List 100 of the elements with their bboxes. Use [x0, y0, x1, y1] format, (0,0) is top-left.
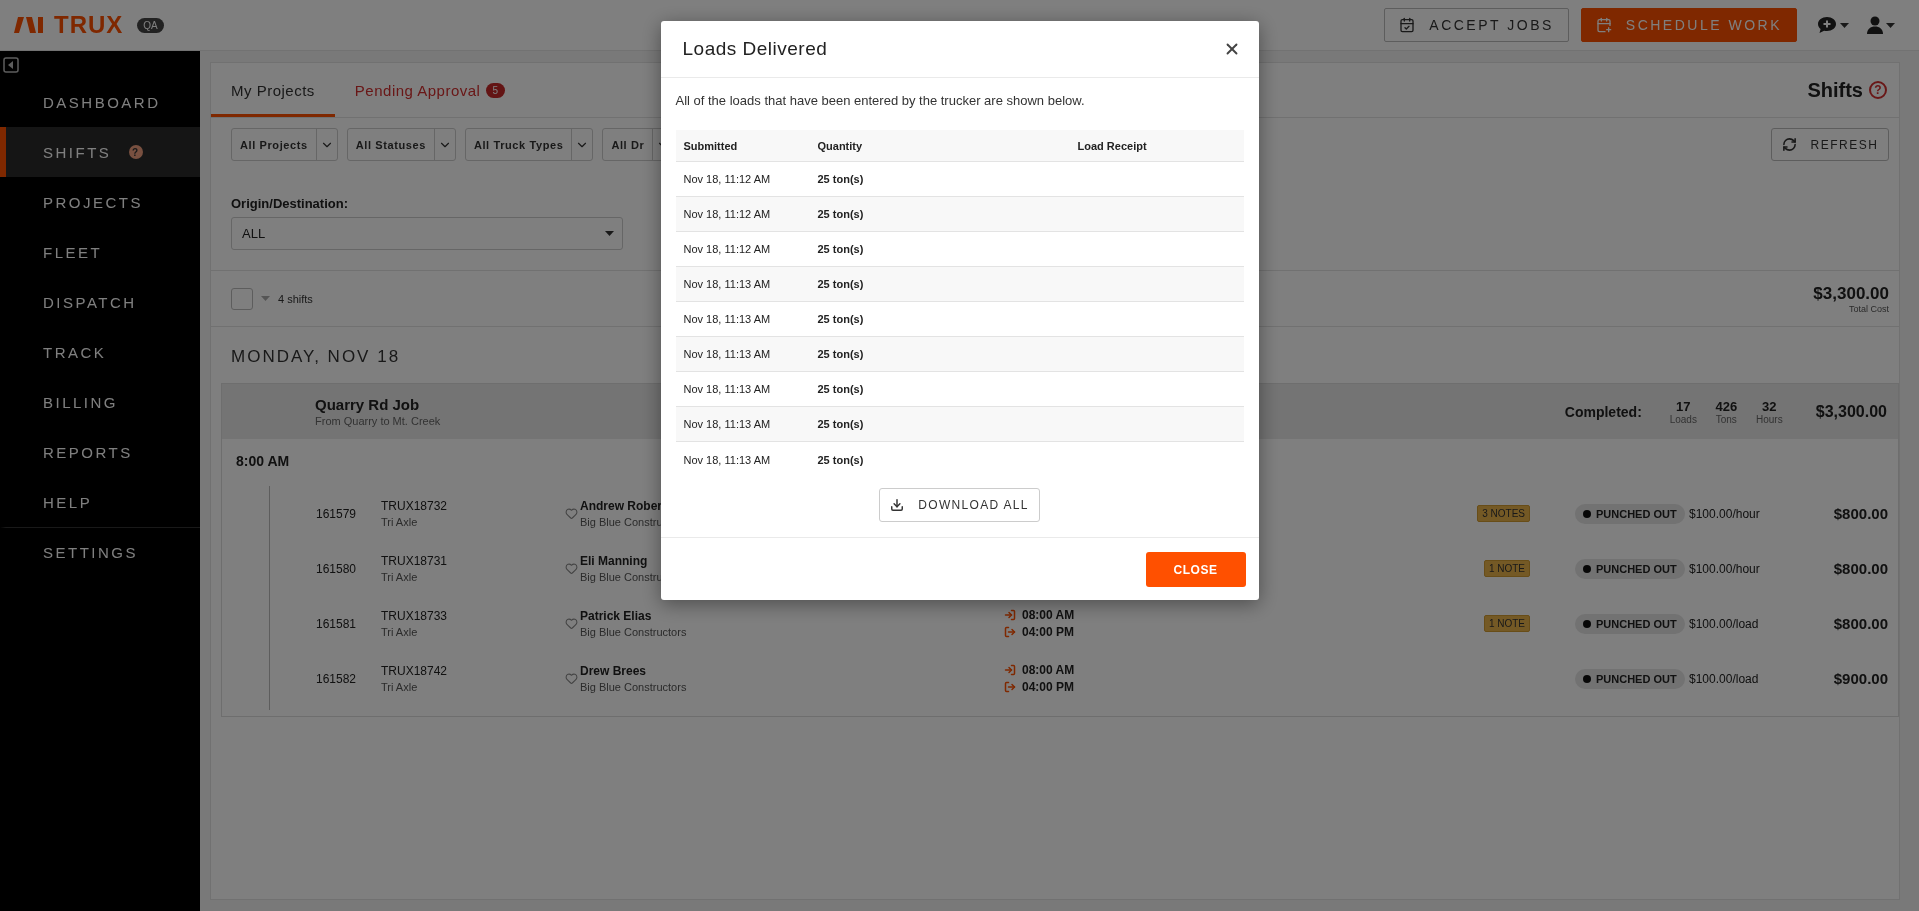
sidebar-item[interactable]: SHIFTS ? [0, 127, 200, 177]
truck-type: Tri Axle [381, 681, 418, 693]
table-cell-text: Nov 18, 11:13 AM [682, 383, 771, 395]
page-title: Shifts [1807, 78, 1863, 102]
sidebar-item[interactable]: BILLING [0, 377, 200, 427]
filter-dropdown[interactable]: All Truck Types [464, 128, 594, 161]
shift-amount: $800.00 [1833, 615, 1888, 632]
table-cell-text: Nov 18, 11:13 AM [682, 348, 771, 360]
field-label: Origin/Destination: [231, 196, 348, 211]
time-group-label: 8:00 AM [236, 453, 290, 469]
notes-badge[interactable]: 1 NOTE [1483, 560, 1530, 577]
refresh-button[interactable]: REFRESH [1771, 128, 1889, 161]
filter-dropdown[interactable]: All Projects [231, 128, 338, 161]
close-button[interactable]: CLOSE [1145, 552, 1246, 587]
table-cell-text: 25 ton(s) [816, 383, 864, 395]
heart-icon[interactable] [565, 672, 578, 685]
table-cell-text: 25 ton(s) [816, 453, 864, 466]
shift-amount: $800.00 [1833, 505, 1888, 522]
table-cell-text: 25 ton(s) [816, 348, 864, 360]
company-name: Big Blue Constructors [580, 681, 687, 693]
chat-menu[interactable] [1817, 16, 1849, 34]
filter-dropdown[interactable]: All Statuses [346, 128, 456, 161]
help-icon: ? [129, 145, 144, 159]
column-header: Load Receipt [1076, 139, 1147, 152]
accept-button[interactable]: ACCEPT JOBS [1384, 8, 1569, 42]
driver-name: Drew Brees [580, 664, 647, 678]
sidebar-item[interactable]: REPORTS [0, 427, 200, 477]
sidebar-item[interactable]: FLEET [0, 227, 200, 277]
heart-icon[interactable] [565, 617, 578, 630]
stat-value: 32 [1762, 398, 1777, 414]
count-badge: 5 [486, 82, 505, 98]
sidebar-item[interactable]: DISPATCH [0, 277, 200, 327]
job-total: $3,300.00 [1815, 402, 1887, 421]
calendar-check-icon [1399, 17, 1416, 33]
truck-id: TRUX18733 [381, 609, 448, 623]
company-name: Big Blue Constructors [580, 626, 687, 638]
heart-icon[interactable] [565, 507, 578, 520]
user-menu[interactable] [1867, 16, 1895, 34]
select-value: ALL [242, 226, 266, 241]
dialog-description: All of the loads that have been entered by the trucker are shown below. [675, 93, 1086, 108]
environment-badge: QA [137, 17, 164, 33]
calendar-plus-icon [1595, 17, 1612, 33]
status-pill: PUNCHED OUT [1575, 558, 1685, 579]
truck-type: Tri Axle [381, 516, 418, 528]
truck-type: Tri Axle [381, 626, 418, 638]
heart-icon[interactable] [565, 562, 578, 575]
truck-id: TRUX18742 [381, 664, 448, 678]
caret-icon [261, 296, 270, 301]
completed-label: Completed: [1564, 403, 1642, 420]
download-icon [890, 498, 905, 512]
column-header: Submitted [682, 139, 738, 152]
table-cell-text: Nov 18, 11:13 AM [682, 418, 771, 430]
collapse-icon[interactable] [3, 57, 19, 73]
table-cell-text: Nov 18, 11:13 AM [682, 313, 771, 325]
total-amount: $3,300.00 [1813, 283, 1889, 304]
table-cell-text: Nov 18, 11:13 AM [682, 453, 771, 466]
sidebar-item[interactable]: PROJECTS [0, 177, 200, 227]
stat-value: 17 [1676, 398, 1691, 414]
table-cell-text: 25 ton(s) [816, 243, 864, 255]
notes-badge[interactable]: 1 NOTE [1483, 615, 1530, 632]
notes-badge[interactable]: 3 NOTES [1477, 505, 1530, 522]
truck-type: Tri Axle [381, 571, 418, 583]
table-cell-text: 25 ton(s) [816, 208, 864, 220]
refresh-icon [1781, 137, 1797, 152]
table-cell-text: Nov 18, 11:12 AM [682, 173, 771, 185]
job-route: From Quarry to Mt. Creek [315, 415, 441, 427]
dialog-title: Loads Delivered [682, 38, 828, 60]
sidebar-item[interactable]: HELP [0, 477, 200, 527]
sidebar-item[interactable]: DASHBOARD [0, 77, 200, 127]
day-heading: MONDAY, NOV 18 [231, 347, 401, 366]
table-cell-text: Nov 18, 11:12 AM [682, 243, 771, 255]
tab[interactable]: My Projects [211, 63, 335, 117]
table-cell-text: 25 ton(s) [816, 278, 864, 290]
rate: $100.00/hour [1689, 561, 1761, 576]
driver-name: Andrew Rober [580, 499, 662, 513]
shift-id: 161581 [316, 616, 358, 631]
caret-icon [605, 231, 614, 236]
caret-icon [1840, 22, 1849, 28]
shift-amount: $800.00 [1833, 560, 1888, 577]
download-button[interactable]: DOWNLOAD ALL [879, 488, 1040, 522]
tab[interactable]: Pending Approval 5 [334, 63, 525, 117]
rate: $100.00/load [1689, 671, 1760, 686]
table-cell-text: Nov 18, 11:13 AM [682, 278, 771, 290]
punch-out-icon [1004, 626, 1016, 638]
total-label: Total Cost [1848, 303, 1889, 314]
help-icon[interactable]: ? [1869, 81, 1887, 99]
select-all-checkbox[interactable] [231, 287, 253, 310]
table-cell-text: Nov 18, 11:12 AM [682, 208, 771, 220]
punch-in-icon [1004, 664, 1016, 676]
stat-value: 426 [1715, 398, 1738, 414]
punch-in-icon [1004, 609, 1016, 621]
caret-icon [1886, 22, 1895, 28]
sidebar-item[interactable]: TRACK [0, 327, 200, 377]
punch-time: 08:00 AM [1022, 608, 1075, 622]
table-cell-text: 25 ton(s) [816, 418, 864, 430]
origin-destination-select[interactable]: ALL [231, 217, 623, 250]
schedule-button[interactable]: SCHEDULE WORK [1580, 8, 1797, 42]
logo-text: TRUX [54, 11, 124, 39]
rate: $100.00/load [1689, 616, 1760, 631]
punch-time: 04:00 PM [1022, 680, 1075, 694]
